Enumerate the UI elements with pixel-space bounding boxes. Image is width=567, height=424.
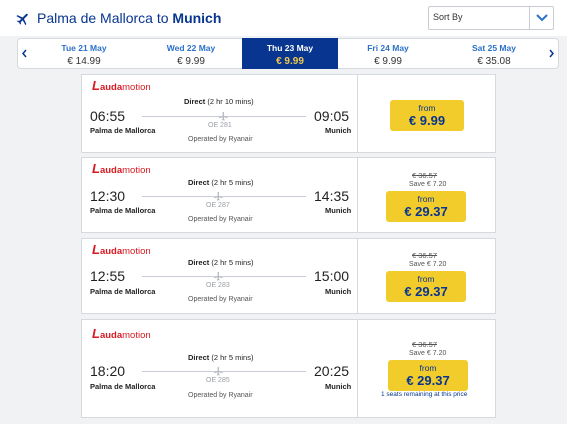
arrival-airport: Munich (325, 382, 352, 391)
airplane-icon (218, 111, 228, 121)
operated-by: Operated by Ryanair (188, 296, 253, 303)
fare-price: € 9.99 (408, 113, 446, 128)
route-line (142, 196, 306, 197)
date-tab-price: € 9.99 (177, 56, 205, 67)
date-tab-day: Thu 23 May (266, 43, 314, 53)
select-fare-button[interactable]: from € 9.99 (390, 100, 464, 131)
route-line (142, 276, 306, 277)
operated-by: Operated by Ryanair (188, 392, 253, 399)
operated-by: Operated by Ryanair (188, 216, 253, 223)
flight-number: OE 287 (206, 202, 230, 209)
fare-price: € 29.37 (404, 284, 448, 299)
chevron-left-icon[interactable] (18, 39, 32, 68)
date-tab-day: Wed 22 May (166, 43, 216, 53)
from-label: from (418, 103, 436, 113)
arrival-airport: Munich (325, 287, 352, 296)
seats-remaining-notice: 1 seats remaining at this price (381, 391, 468, 398)
from-label: from (417, 194, 435, 204)
direct-label: Direct (2 hr 10 mins) (184, 97, 254, 106)
sort-by-label: Sort By (433, 12, 463, 22)
arrival-time: 20:25 (314, 363, 350, 379)
departure-airport: Palma de Mallorca (90, 382, 156, 391)
arrival-time: 09:05 (314, 108, 350, 124)
page-title: Palma de Mallorca to Munich (37, 10, 221, 26)
date-tab-tue-21[interactable]: Tue 21 May € 14.99 (32, 39, 136, 68)
original-price: € 36.57 (412, 171, 438, 180)
results-header: Palma de Mallorca to Munich Sort By (0, 0, 567, 36)
flight-details: Laudamotion Direct (2 hr 5 mins) 12:55 1… (82, 239, 358, 313)
savings-label: Save € 7.20 (409, 350, 447, 357)
arrival-airport: Munich (325, 206, 352, 215)
from-label: from (419, 363, 437, 373)
savings-label: Save € 7.20 (409, 181, 447, 188)
original-price: € 36.57 (412, 340, 438, 349)
date-tab-price: € 35.08 (477, 56, 511, 67)
direct-label: Direct (2 hr 5 mins) (188, 353, 254, 362)
fare-price: € 29.37 (404, 204, 448, 219)
fare-price: € 29.37 (406, 373, 450, 388)
airline-logo: Laudamotion (92, 78, 151, 93)
flight-number: OE 283 (206, 282, 230, 289)
savings-label: Save € 7.20 (409, 261, 447, 268)
departure-time: 18:20 (90, 363, 126, 379)
operated-by: Operated by Ryanair (188, 136, 253, 143)
date-tab-day: Fri 24 May (367, 43, 409, 53)
arrival-time: 15:00 (314, 268, 350, 284)
date-tab-price: € 14.99 (67, 56, 101, 67)
flight-number: OE 281 (208, 122, 232, 129)
date-tab-sat-25[interactable]: Sat 25 May € 35.08 (442, 39, 546, 68)
date-tab-day: Tue 21 May (61, 43, 107, 53)
airplane-icon (213, 191, 223, 201)
date-selector: Tue 21 May € 14.99 Wed 22 May € 9.99 Thu… (17, 38, 559, 69)
date-tab-thu-23[interactable]: Thu 23 May € 9.99 (242, 38, 338, 69)
date-tab-wed-22[interactable]: Wed 22 May € 9.99 (139, 39, 243, 68)
chevron-right-icon[interactable] (544, 39, 558, 68)
flight-details: Laudamotion Direct (2 hr 10 mins) 06:55 … (82, 75, 358, 152)
airplane-icon (16, 13, 28, 26)
departure-time: 12:30 (90, 188, 126, 204)
direct-label: Direct (2 hr 5 mins) (188, 258, 254, 267)
original-price: € 36.57 (412, 251, 438, 260)
flight-card[interactable]: Laudamotion Direct (2 hr 5 mins) 12:55 1… (81, 238, 496, 314)
flight-card[interactable]: Laudamotion Direct (2 hr 5 mins) 18:20 2… (81, 319, 496, 418)
departure-airport: Palma de Mallorca (90, 126, 156, 135)
direct-label: Direct (2 hr 5 mins) (188, 178, 254, 187)
date-tab-fri-24[interactable]: Fri 24 May € 9.99 (336, 39, 440, 68)
select-fare-button[interactable]: from € 29.37 (386, 271, 466, 302)
departure-airport: Palma de Mallorca (90, 206, 156, 215)
airplane-icon (213, 366, 223, 376)
from-label: from (417, 274, 435, 284)
flight-number: OE 285 (206, 377, 230, 384)
select-fare-button[interactable]: from € 29.37 (388, 360, 468, 391)
flight-card[interactable]: Laudamotion Direct (2 hr 5 mins) 12:30 1… (81, 157, 496, 233)
airline-logo: Laudamotion (92, 242, 151, 257)
date-tab-price: € 9.99 (276, 56, 304, 67)
airline-logo: Laudamotion (92, 161, 151, 176)
chevron-down-icon[interactable] (529, 7, 553, 29)
route-line (142, 371, 306, 372)
departure-time: 12:55 (90, 268, 126, 284)
departure-time: 06:55 (90, 108, 126, 124)
flight-details: Laudamotion Direct (2 hr 5 mins) 12:30 1… (82, 158, 358, 232)
arrival-airport: Munich (325, 126, 352, 135)
sort-by-select[interactable]: Sort By (428, 6, 554, 30)
departure-airport: Palma de Mallorca (90, 287, 156, 296)
date-tab-price: € 9.99 (374, 56, 402, 67)
select-fare-button[interactable]: from € 29.37 (386, 191, 466, 222)
flight-card[interactable]: Laudamotion Direct (2 hr 10 mins) 06:55 … (81, 74, 496, 153)
airplane-icon (213, 271, 223, 281)
date-tab-day: Sat 25 May (472, 43, 516, 53)
route-origin: Palma de Mallorca to (37, 10, 173, 26)
arrival-time: 14:35 (314, 188, 350, 204)
airline-logo: Laudamotion (92, 326, 151, 341)
flight-details: Laudamotion Direct (2 hr 5 mins) 18:20 2… (82, 320, 358, 417)
route-destination: Munich (172, 10, 222, 26)
